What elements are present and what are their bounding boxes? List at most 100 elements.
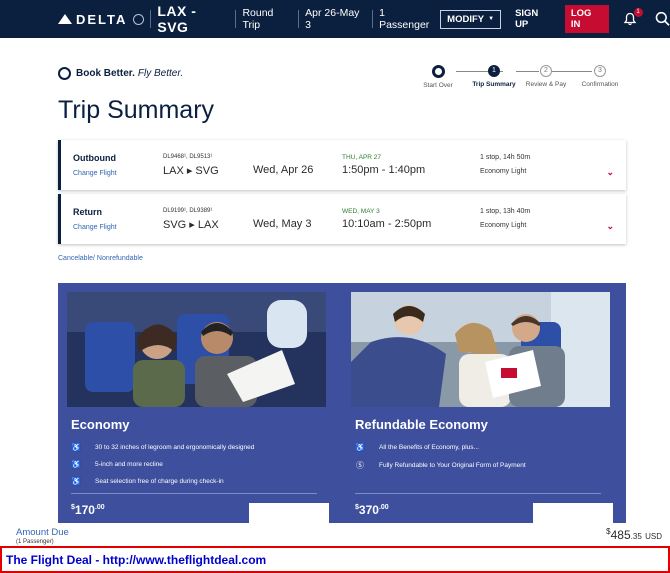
step-start-over[interactable]: Start Over xyxy=(408,65,468,89)
feature-item: Ⓢ Fully Refundable to Your Original Form… xyxy=(355,460,526,471)
feature-text: Fully Refundable to Your Original Form o… xyxy=(379,462,526,469)
feature-item: ♿ All the Benefits of Economy, plus... xyxy=(355,443,479,452)
sign-up-link[interactable]: SIGN UP xyxy=(515,8,553,30)
step-trip-summary: 1 Trip Summary xyxy=(464,65,524,88)
step-label: Start Over xyxy=(423,82,453,89)
trip-route: LAX - SVG xyxy=(157,3,197,35)
stops-duration: 1 stop, 13h 40m xyxy=(480,208,531,215)
step-number: 1 xyxy=(488,65,500,77)
price-whole: 370 xyxy=(358,503,379,517)
flight-numbers: DL9199¹, DL9389¹ xyxy=(163,208,213,214)
step-label: Trip Summary xyxy=(472,81,516,88)
log-in-button[interactable]: LOG IN xyxy=(564,5,609,33)
feature-text: 30 to 32 inches of legroom and ergonomic… xyxy=(95,444,255,451)
chevron-down-icon[interactable]: ⌄ xyxy=(606,167,614,178)
flight-route: SVG ▸ LAX xyxy=(163,219,219,231)
skyteam-globe-icon xyxy=(133,13,145,25)
select-refundable-economy-button[interactable] xyxy=(533,503,613,523)
departure-date: Wed, May 3 xyxy=(253,218,312,230)
fare-policy-link[interactable]: Cancelable/ Nonrefundable xyxy=(58,255,143,262)
recline-icon: ♿ xyxy=(71,460,81,469)
divider xyxy=(372,10,374,28)
price-cents: .00 xyxy=(378,504,389,511)
flight-deal-banner: The Flight Deal - http://www.theflightde… xyxy=(0,546,670,573)
amount-due-label: Amount Due xyxy=(16,527,69,538)
cabin-class: Economy Light xyxy=(480,168,527,175)
flight-numbers: DL9468¹, DL9513¹ xyxy=(163,154,213,160)
price-cents: .00 xyxy=(94,504,105,511)
seat-select-icon: ♿ xyxy=(71,477,81,486)
seat-icon: ♿ xyxy=(355,443,365,452)
change-flight-link[interactable]: Change Flight xyxy=(73,170,117,177)
cabin-photo-illustration xyxy=(67,292,326,407)
cabin-name: Economy xyxy=(71,417,130,432)
step-number: 3 xyxy=(594,65,606,77)
cabin-card-economy[interactable]: Economy ♿ 30 to 32 inches of legroom and… xyxy=(58,283,342,523)
tagline-italic: Fly Better. xyxy=(137,68,184,79)
cabin-card-refundable-economy[interactable]: Refundable Economy ♿ All the Benefits of… xyxy=(342,283,626,523)
divider xyxy=(150,10,152,28)
return-flight-card[interactable]: Return Change Flight DL9199¹, DL9389¹ SV… xyxy=(58,194,626,244)
divider xyxy=(235,10,237,28)
feature-item: ♿ Seat selection free of charge during c… xyxy=(71,477,224,486)
passenger-count: 1 Passenger xyxy=(379,7,430,31)
arrival-day-label: THU, APR 27 xyxy=(342,154,382,161)
flight-direction: Return xyxy=(73,207,102,217)
cabin-name: Refundable Economy xyxy=(355,417,488,432)
book-better-tagline: Book Better. Fly Better. xyxy=(58,67,183,80)
search-icon[interactable] xyxy=(655,11,670,27)
delta-logo[interactable]: DELTA xyxy=(58,11,145,27)
departure-date: Wed, Apr 26 xyxy=(253,164,314,176)
top-nav-bar: DELTA LAX - SVG Round Trip Apr 26-May 3 … xyxy=(0,0,670,38)
stops-duration: 1 stop, 14h 50m xyxy=(480,154,531,161)
flight-times: 10:10am - 2:50pm xyxy=(342,218,432,230)
step-number: 2 xyxy=(540,65,552,77)
caret-down-icon: ▼ xyxy=(488,16,495,22)
modify-button[interactable]: MODIFY ▼ xyxy=(440,9,502,29)
amount-due-total: $485.35 USD xyxy=(606,527,662,542)
divider xyxy=(355,493,601,494)
step-confirmation: 3 Confirmation xyxy=(570,65,630,88)
trip-type: Round Trip xyxy=(242,7,274,31)
cabin-photo-illustration xyxy=(351,292,610,407)
step-label: Confirmation xyxy=(581,81,619,88)
delta-widget-icon xyxy=(58,14,72,24)
cabin-photo xyxy=(351,292,610,407)
amount-due-passengers: (1 Passenger) xyxy=(16,539,54,545)
arrival-day-label: WED, MAY 3 xyxy=(342,208,380,215)
flight-direction: Outbound xyxy=(73,153,116,163)
feature-item: ♿ 5-inch and more recline xyxy=(71,460,163,469)
booking-progress: Start Over 1 Trip Summary 2 Review & Pay… xyxy=(420,65,630,95)
cabin-class: Economy Light xyxy=(480,222,527,229)
page: DELTA LAX - SVG Round Trip Apr 26-May 3 … xyxy=(0,0,670,573)
dollar-icon: Ⓢ xyxy=(356,461,364,470)
seat-icon: ♿ xyxy=(71,443,81,452)
total-whole: 485 xyxy=(610,528,631,542)
divider xyxy=(298,10,300,28)
notification-badge: 1 xyxy=(633,8,643,17)
flight-deal-text: The Flight Deal - http://www.theflightde… xyxy=(6,553,267,567)
chevron-down-icon[interactable]: ⌄ xyxy=(606,221,614,232)
outbound-flight-card[interactable]: Outbound Change Flight DL9468¹, DL9513¹ … xyxy=(58,140,626,190)
flight-route: LAX ▸ SVG xyxy=(163,165,219,177)
price-whole: 170 xyxy=(74,503,95,517)
delta-seal-icon xyxy=(58,67,71,80)
trip-dates: Apr 26-May 3 xyxy=(305,7,360,31)
step-label: Review & Pay xyxy=(525,81,567,88)
change-flight-link[interactable]: Change Flight xyxy=(73,224,117,231)
feature-item: ♿ 30 to 32 inches of legroom and ergonom… xyxy=(71,443,254,452)
cabin-price: $370.00 xyxy=(355,503,389,517)
step-review-pay: 2 Review & Pay xyxy=(516,65,576,88)
logo-text: DELTA xyxy=(76,11,128,27)
start-over-icon xyxy=(431,65,445,78)
feature-text: All the Benefits of Economy, plus... xyxy=(379,444,479,451)
feature-text: 5-inch and more recline xyxy=(95,461,163,468)
notifications-button[interactable]: 1 xyxy=(623,8,643,26)
amount-due-bar: Amount Due (1 Passenger) $485.35 USD xyxy=(0,523,670,546)
tagline-bold: Book Better. xyxy=(76,68,135,79)
total-cents: .35 xyxy=(630,532,642,541)
select-economy-button[interactable] xyxy=(249,503,329,523)
page-title: Trip Summary xyxy=(58,96,215,124)
cabin-photo xyxy=(67,292,326,407)
cabin-price: $170.00 xyxy=(71,503,105,517)
